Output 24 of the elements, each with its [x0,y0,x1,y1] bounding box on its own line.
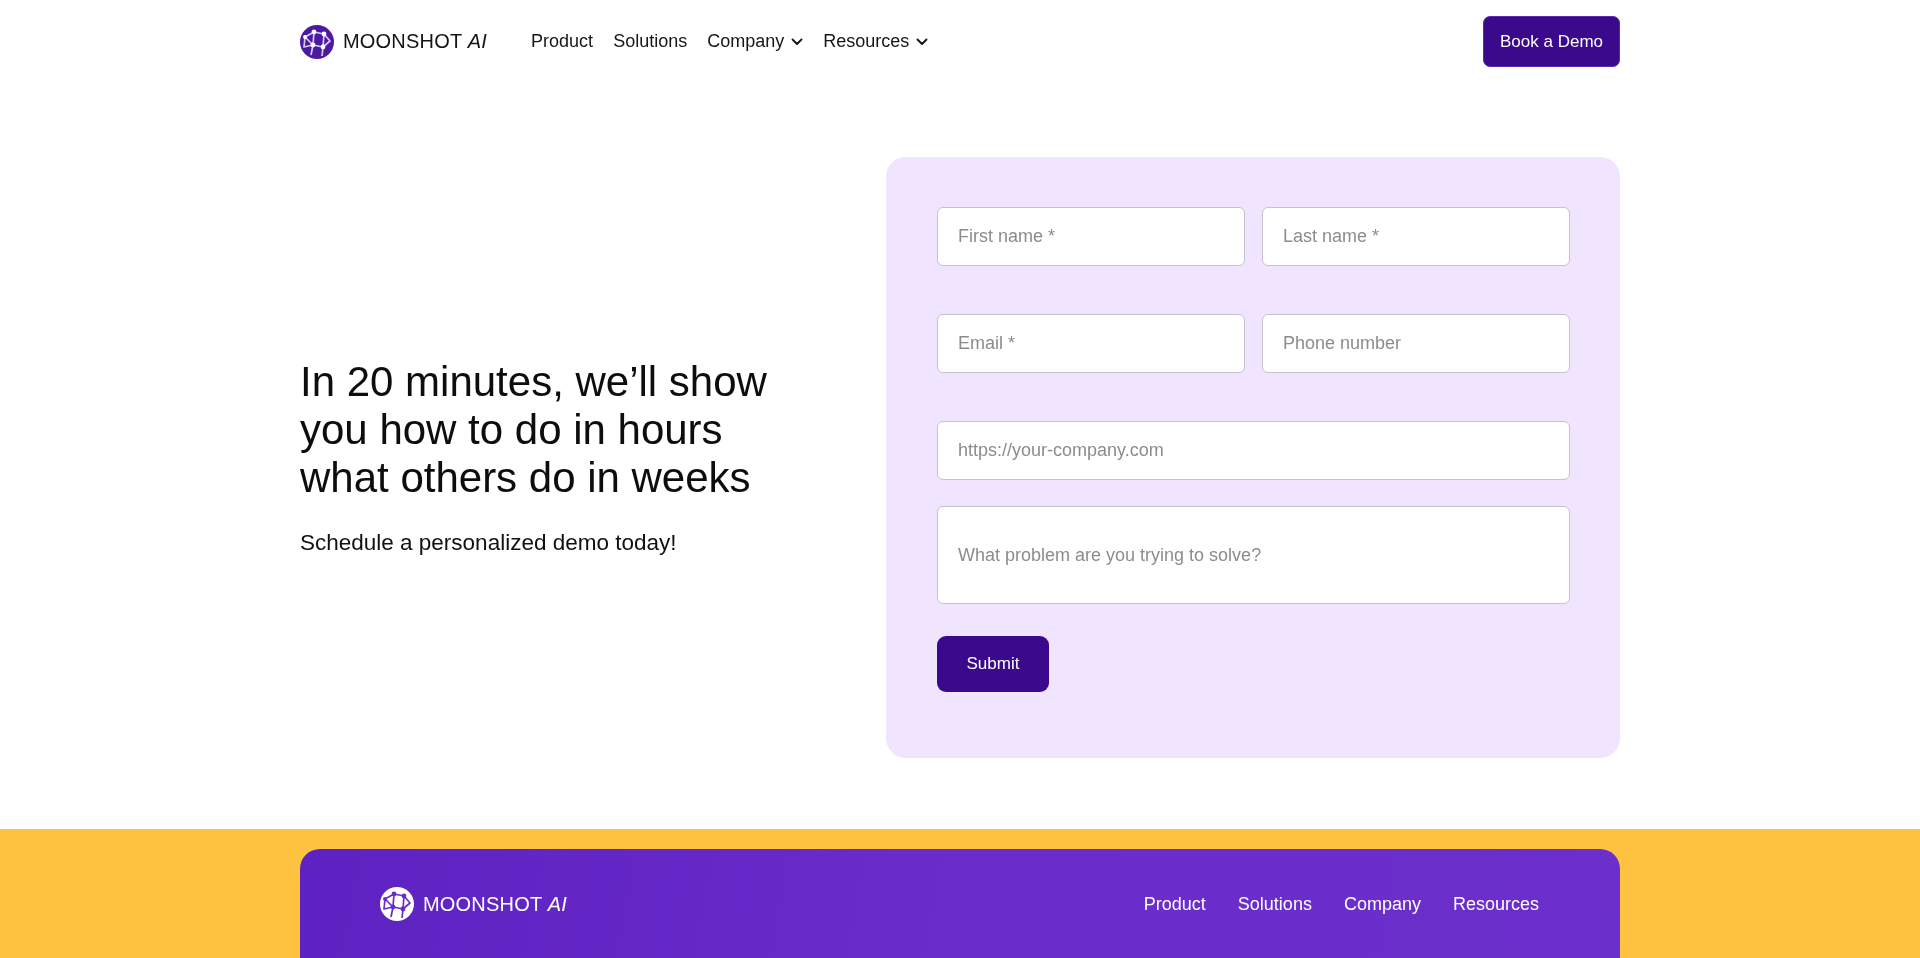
footer-link[interactable]: Resources [1452,893,1539,915]
brand-name[interactable]: MOONSHOT AI [423,892,568,916]
nav-link[interactable]: Company [707,31,804,52]
book-demo-button[interactable]: Book a Demo [1483,16,1620,67]
submit-button[interactable]: Submit [937,636,1049,692]
hero-subheading: Schedule a personalized demo today! [300,529,678,557]
chevron-down-icon [916,37,929,46]
network-globe-icon[interactable] [300,24,334,59]
footer-link[interactable]: Company [1343,893,1421,915]
input-field[interactable]: Phone number [1262,314,1570,373]
footer-link[interactable]: Product [1143,893,1206,915]
nav-link[interactable]: Product [531,31,594,52]
input-field[interactable]: Email * [937,314,1245,373]
input-field[interactable]: Last name * [1262,207,1570,266]
hero-heading: In 20 minutes, we’ll show you how to do in hours what others do in weeks [300,358,768,502]
brand-name[interactable]: MOONSHOT AI [343,30,488,53]
footer-link[interactable]: Solutions [1237,893,1312,915]
network-globe-icon[interactable] [380,887,414,921]
input-field[interactable]: https://your-company.com [937,421,1570,480]
input-field[interactable]: First name * [937,207,1245,266]
chevron-down-icon [791,37,804,46]
nav-link[interactable]: Resources [823,31,929,52]
nav-link[interactable]: Solutions [613,31,688,52]
textarea-field[interactable]: What problem are you trying to solve? [937,506,1570,604]
